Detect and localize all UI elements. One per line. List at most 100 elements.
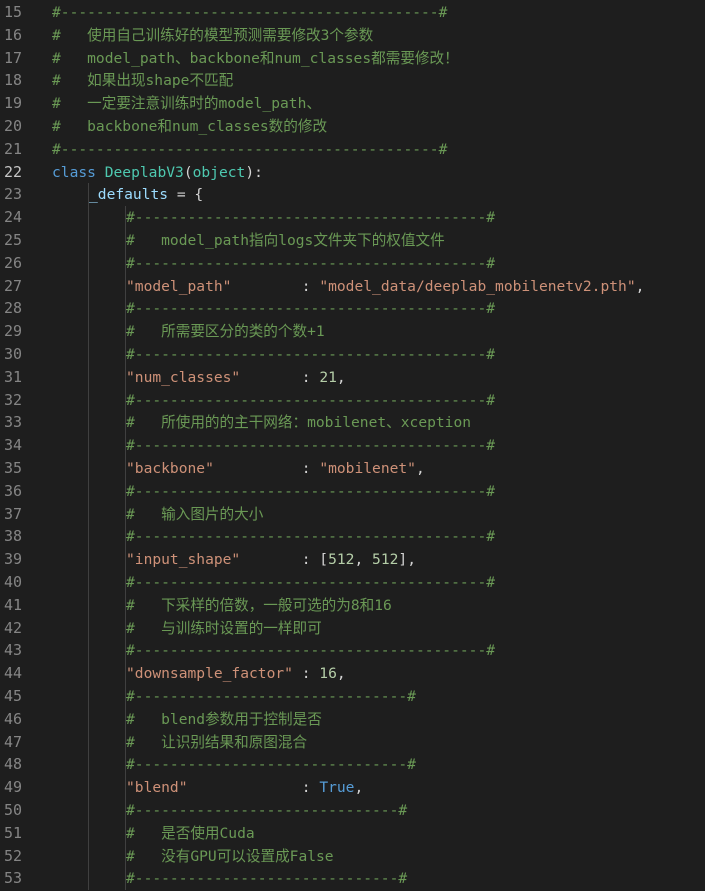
line-number: 37 xyxy=(3,504,22,523)
code-line[interactable]: #------------------------------# xyxy=(126,867,407,890)
code-token: #---------------------------------------… xyxy=(126,209,496,227)
code-line[interactable]: "input_shape" : [512, 512], xyxy=(126,548,416,571)
code-token: _defaults xyxy=(89,186,169,204)
code-token: # 下采样的倍数，一般可选的为8和16 xyxy=(126,596,392,614)
code-line[interactable]: #---------------------------------------… xyxy=(126,252,495,275)
code-editor[interactable]: 15 16 17 18 19 20 21 22 23 24 25 26 27 28 29 30 31 32 33 34… xyxy=(0,0,705,891)
code-token: #------------------------------# xyxy=(126,802,408,819)
code-token: #---------------------------------------… xyxy=(126,391,496,409)
code-token: # model_path指向logs文件夹下的权值文件 xyxy=(126,232,445,249)
code-line[interactable]: # 是否使用Cuda xyxy=(126,822,255,845)
code-line[interactable]: #---------------------------------------… xyxy=(52,138,447,161)
line-number: 41 xyxy=(3,595,22,614)
code-line[interactable]: #---------------------------------------… xyxy=(126,206,495,229)
code-token: , xyxy=(635,277,645,295)
line-number: 42 xyxy=(3,618,22,637)
code-token: : xyxy=(187,779,320,797)
code-token: ): xyxy=(245,163,263,181)
code-line[interactable]: # backbone和num_classes数的修改 xyxy=(52,115,327,138)
code-line[interactable]: #---------------------------------------… xyxy=(126,639,495,662)
line-number: 34 xyxy=(3,436,22,455)
code-line[interactable]: # 输入图片的大小 xyxy=(126,503,263,526)
line-number: 27 xyxy=(3,276,22,295)
code-token: , xyxy=(354,779,364,797)
code-token: #---------------------------------------… xyxy=(126,254,496,272)
line-number: 26 xyxy=(3,253,22,272)
code-token: # blend参数用于控制是否 xyxy=(126,710,322,728)
code-line[interactable]: # 所使用的的主干网络：mobilenet、xception xyxy=(126,411,471,434)
code-line[interactable]: # 与训练时设置的一样即可 xyxy=(126,617,322,640)
code-line[interactable]: #---------------------------------------… xyxy=(126,480,495,503)
code-token: : xyxy=(231,277,320,295)
line-number: 32 xyxy=(3,390,22,409)
code-line[interactable]: # 一定要注意训练时的model_path、 xyxy=(52,92,321,115)
code-token: = { xyxy=(168,186,204,204)
code-line[interactable]: class DeeplabV3(object): xyxy=(52,161,263,184)
code-token: # 让识别结果和原图混合 xyxy=(126,733,308,751)
line-number: 23 xyxy=(3,185,22,204)
code-line[interactable]: # 让识别结果和原图混合 xyxy=(126,731,307,754)
line-number: 31 xyxy=(3,367,22,386)
code-token: : [ xyxy=(240,551,329,569)
code-line[interactable]: #---------------------------------------… xyxy=(126,571,495,594)
code-line[interactable]: "backbone" : "mobilenet", xyxy=(126,457,425,480)
code-token: "backbone" xyxy=(126,460,214,477)
code-token: # 与训练时设置的一样即可 xyxy=(126,619,322,637)
code-token: class xyxy=(52,163,96,181)
code-token: #-------------------------------# xyxy=(126,756,416,774)
code-token: object xyxy=(192,163,246,181)
code-token: #---------------------------------------… xyxy=(126,300,496,318)
line-number: 49 xyxy=(3,778,22,797)
code-token: "input_shape" xyxy=(126,551,241,569)
code-token: "blend" xyxy=(126,779,188,797)
code-line[interactable]: "blend" : True, xyxy=(126,776,363,799)
code-line[interactable]: #---------------------------------------… xyxy=(52,1,447,24)
code-line[interactable]: _defaults = { xyxy=(89,183,203,206)
code-line[interactable]: # 所需要区分的类的个数+1 xyxy=(126,320,325,343)
code-token: # 是否使用Cuda xyxy=(126,824,255,842)
line-number: 29 xyxy=(3,322,22,341)
code-line[interactable]: #---------------------------------------… xyxy=(126,525,495,548)
code-line[interactable]: # model_path指向logs文件夹下的权值文件 xyxy=(126,229,445,252)
code-line[interactable]: # blend参数用于控制是否 xyxy=(126,708,322,731)
code-token: #---------------------------------------… xyxy=(126,437,496,455)
code-line[interactable]: # 没有GPU可以设置成False xyxy=(126,845,334,868)
line-number: 39 xyxy=(3,550,22,569)
code-token: #---------------------------------------… xyxy=(52,4,448,21)
line-number: 35 xyxy=(3,459,22,477)
line-number: 22 xyxy=(3,162,22,181)
line-number: 52 xyxy=(3,846,22,865)
line-number: 43 xyxy=(3,641,22,660)
code-line[interactable]: "num_classes" : 21, xyxy=(126,366,346,389)
code-token: # 一定要注意训练时的model_path、 xyxy=(52,95,321,113)
code-token: 512 xyxy=(372,551,399,569)
line-number: 18 xyxy=(3,71,22,90)
code-line[interactable]: #---------------------------------------… xyxy=(126,389,495,412)
code-token: #---------------------------------------… xyxy=(52,140,448,158)
code-line[interactable]: #------------------------------# xyxy=(126,799,407,822)
code-token: #------------------------------# xyxy=(126,870,408,888)
code-line[interactable]: #---------------------------------------… xyxy=(126,434,495,457)
code-token: # model_path、backbone和num_classes都需要修改！ xyxy=(52,49,459,67)
line-number: 53 xyxy=(3,869,22,888)
code-line[interactable]: # 下采样的倍数，一般可选的为8和16 xyxy=(126,594,392,617)
code-token: "model_data/deeplab_mobilenetv2.pth" xyxy=(319,277,636,295)
code-area[interactable]: #---------------------------------------… xyxy=(52,0,705,891)
code-line[interactable]: # model_path、backbone和num_classes都需要修改！ xyxy=(52,47,459,70)
code-token: "model_path" xyxy=(126,277,232,295)
indent-guide xyxy=(88,183,89,891)
code-line[interactable]: # 使用自己训练好的模型预测需要修改3个参数 xyxy=(52,24,373,47)
code-token: # 输入图片的大小 xyxy=(126,505,264,523)
code-line[interactable]: "model_path" : "model_data/deeplab_mobil… xyxy=(126,275,644,298)
code-line[interactable]: #---------------------------------------… xyxy=(126,297,495,320)
code-line[interactable]: #-------------------------------# xyxy=(126,685,416,708)
code-token: # backbone和num_classes数的修改 xyxy=(52,118,328,135)
code-line[interactable]: #-------------------------------# xyxy=(126,753,416,776)
code-line[interactable]: "downsample_factor" : 16, xyxy=(126,662,346,685)
code-line[interactable]: # 如果出现shape不匹配 xyxy=(52,69,233,92)
code-token: ], xyxy=(398,551,416,569)
code-line[interactable]: #---------------------------------------… xyxy=(126,343,495,366)
code-token: # 如果出现shape不匹配 xyxy=(52,72,234,90)
line-number: 47 xyxy=(3,732,22,751)
